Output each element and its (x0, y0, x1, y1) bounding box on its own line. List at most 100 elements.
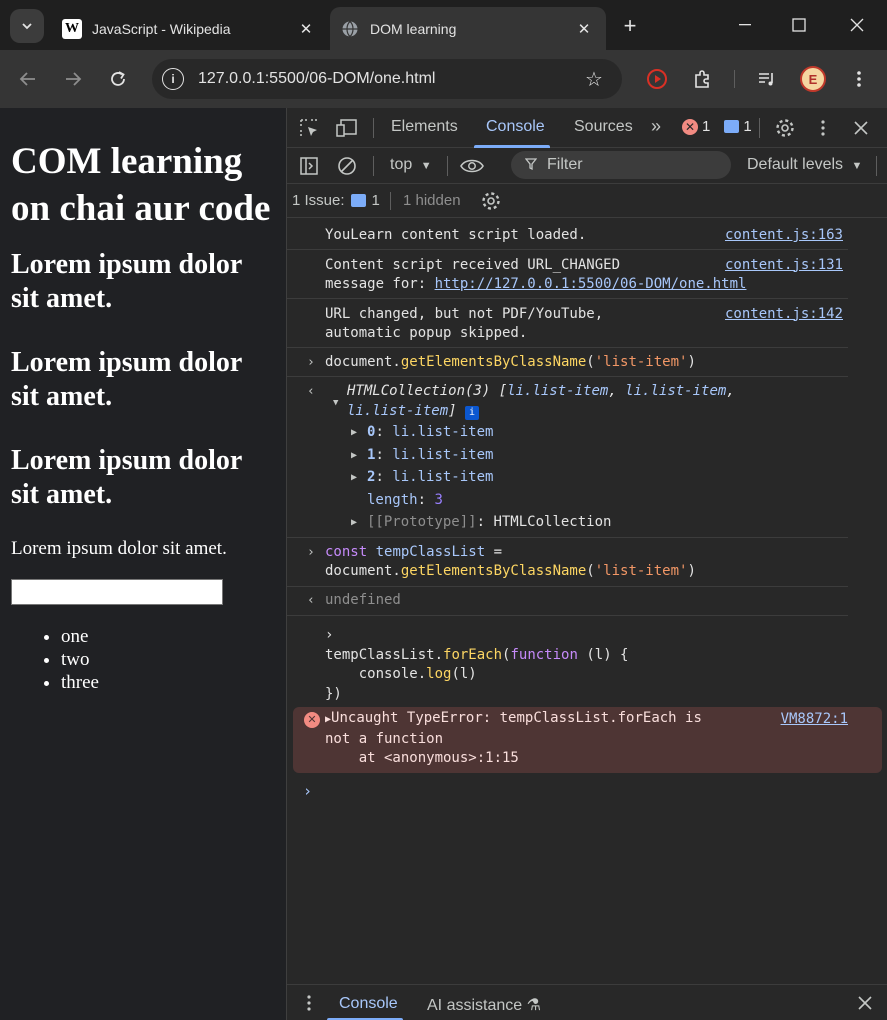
tab-search-button[interactable] (10, 9, 44, 43)
console-filter-bar: top ▼ Filter Default levels ▼ (287, 148, 887, 184)
source-link[interactable]: VM8872:1 (781, 710, 848, 730)
bookmark-star-icon[interactable]: ☆ (580, 67, 608, 92)
reload-button[interactable] (104, 65, 132, 93)
console-prompt[interactable]: › (287, 773, 887, 809)
site-info-icon[interactable]: i (162, 68, 184, 90)
tab-title: DOM learning (370, 20, 457, 37)
tab-dom-learning[interactable]: DOM learning ✕ (330, 7, 606, 50)
message-count: 1 (743, 118, 752, 135)
live-expression-eye-icon[interactable] (460, 154, 484, 178)
tab-wikipedia[interactable]: W JavaScript - Wikipedia ✕ (52, 7, 328, 50)
collection-entry[interactable]: ▶ 0: li.list-item (325, 423, 808, 443)
code-token: 'list-item' (594, 563, 688, 579)
issues-link[interactable]: 1 Issue: 1 (292, 192, 380, 209)
console-log-entry: URL changed, but not PDF/YouTube, automa… (287, 299, 848, 348)
subheading: Lorem ipsum dolor sit amet. (11, 445, 242, 510)
chevron-down-icon (22, 23, 32, 30)
code-token: length (367, 491, 418, 508)
url-text[interactable]: 127.0.0.1:5500/06-DOM/one.html (198, 70, 580, 88)
subheading: Lorem ipsum dolor sit amet. (11, 249, 242, 314)
device-toolbar-icon[interactable] (335, 116, 359, 140)
browser-toolbar: i 127.0.0.1:5500/06-DOM/one.html ☆ E (0, 50, 887, 108)
extensions-puzzle-icon[interactable] (690, 67, 714, 91)
devtools-panel: Elements Console Sources » ✕ 1 1 top ▼ F… (286, 108, 887, 1020)
code-token: const (325, 543, 368, 560)
expand-triangle-icon[interactable]: ▶ (351, 468, 357, 488)
log-levels-dropdown[interactable]: Default levels ▼ (747, 156, 862, 174)
address-bar[interactable]: i 127.0.0.1:5500/06-DOM/one.html ☆ (152, 59, 622, 99)
message-icon (724, 120, 740, 133)
more-options-kebab-icon[interactable] (811, 116, 835, 140)
context-selector[interactable]: top ▼ (390, 156, 432, 174)
close-icon[interactable]: ✕ (294, 17, 318, 41)
issues-bar: 1 Issue: 1 1 hidden (287, 184, 887, 218)
dropdown-arrow-icon: ▼ (420, 160, 432, 172)
minimize-button[interactable] (725, 8, 765, 42)
source-link[interactable]: content.js:163 (725, 226, 843, 246)
devtools-drawer-bar: Console AI assistance ⚗ (287, 984, 887, 1020)
tab-console[interactable]: Console (486, 118, 545, 136)
expand-triangle-icon[interactable]: ▶ (351, 513, 357, 533)
code-token: document. (325, 563, 401, 579)
expand-triangle-icon[interactable]: ▶ (351, 446, 357, 466)
input-chevron-icon: › (307, 354, 315, 370)
filter-input[interactable]: Filter (511, 151, 731, 179)
error-count: 1 (702, 118, 711, 135)
log-levels-label: Default levels (747, 156, 844, 173)
console-messages: YouLearn content script loaded. content.… (287, 218, 887, 809)
back-button[interactable] (14, 65, 42, 93)
sidebar-toggle-icon[interactable] (297, 154, 321, 178)
close-window-button[interactable] (837, 8, 877, 42)
code-token: 'list-item' (594, 353, 688, 370)
collection-entry[interactable]: ▶ 2: li.list-item (325, 468, 808, 488)
collection-summary[interactable]: ▼ HTMLCollection(3) [li.list-item, li.li… (325, 382, 808, 408)
collection-prototype[interactable]: ▶ [[Prototype]]: HTMLCollection (325, 513, 808, 533)
back-arrow-icon (19, 72, 35, 86)
code-token: function (510, 646, 578, 663)
tab-elements[interactable]: Elements (391, 118, 458, 136)
close-devtools-icon[interactable] (849, 116, 873, 140)
text-input[interactable] (11, 579, 223, 605)
source-link[interactable]: content.js:131 (725, 256, 843, 276)
tab-sources[interactable]: Sources (574, 118, 633, 136)
filter-placeholder: Filter (547, 156, 583, 173)
close-drawer-icon[interactable] (853, 991, 877, 1015)
issues-settings-gear-icon[interactable] (479, 189, 503, 213)
expand-triangle-icon[interactable]: ▼ (333, 394, 338, 414)
more-tabs-chevron-icon[interactable]: » (651, 116, 661, 137)
prompt-chevron-icon: › (303, 781, 313, 800)
profile-avatar[interactable]: E (800, 66, 826, 92)
drawer-menu-kebab-icon[interactable] (297, 991, 321, 1015)
issues-label: 1 Issue: (292, 192, 345, 209)
menu-kebab-icon[interactable] (847, 67, 871, 91)
divider (373, 156, 374, 176)
issues-count: 1 (371, 192, 380, 209)
info-icon[interactable]: i (465, 405, 480, 420)
expand-triangle-icon[interactable]: ▶ (351, 423, 357, 443)
drawer-tab-console[interactable]: Console (339, 995, 398, 1013)
drawer-tab-ai-assistance[interactable]: AI assistance ⚗ (427, 995, 541, 1015)
settings-gear-icon[interactable] (773, 116, 797, 140)
divider (876, 156, 877, 176)
close-icon[interactable]: ✕ (572, 17, 596, 41)
inspect-element-icon[interactable] (297, 116, 321, 140)
url-link[interactable]: http://127.0.0.1:5500/06-DOM/one.html (435, 276, 747, 292)
maximize-button[interactable] (779, 8, 819, 42)
divider (390, 192, 391, 210)
error-count-badge[interactable]: ✕ 1 1 (682, 118, 752, 135)
youtube-extension-icon[interactable] (645, 67, 669, 91)
dropdown-arrow-icon: ▼ (851, 160, 863, 172)
collection-length: length: 3 (367, 491, 443, 508)
wikipedia-favicon-icon: W (62, 18, 82, 39)
page-heading: COM learning on chai aur code (11, 141, 271, 229)
clear-console-icon[interactable] (335, 154, 359, 178)
error-icon: ✕ (682, 118, 698, 135)
collection-entry[interactable]: ▶ 1: li.list-item (325, 446, 808, 466)
code-token: }) (325, 685, 342, 702)
media-controls-icon[interactable] (755, 67, 779, 91)
source-link[interactable]: content.js:142 (725, 305, 843, 325)
new-tab-button[interactable]: + (616, 12, 644, 40)
list-item: two (61, 648, 275, 671)
forward-button[interactable] (59, 65, 87, 93)
input-chevron-icon: › (307, 544, 315, 560)
